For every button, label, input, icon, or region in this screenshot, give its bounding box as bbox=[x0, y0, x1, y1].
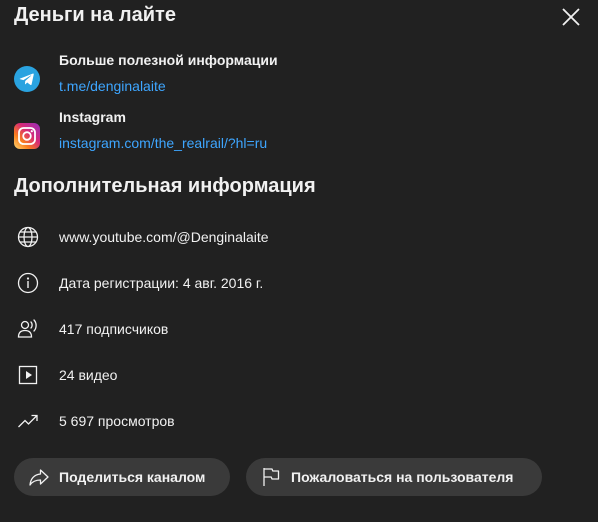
info-item-videos: 24 видео bbox=[16, 363, 576, 389]
subscriber-count: 417 подписчиков bbox=[59, 321, 169, 337]
share-channel-label: Поделиться каналом bbox=[59, 469, 206, 485]
info-item-subscribers: 417 подписчиков bbox=[16, 317, 576, 343]
link-name: Больше полезной информации bbox=[59, 52, 278, 68]
flag-icon bbox=[263, 468, 280, 486]
report-user-button[interactable]: Пожаловаться на пользователя bbox=[246, 458, 542, 496]
dialog-title: Деньги на лайте bbox=[14, 4, 176, 26]
link-item-telegram: Больше полезной информации t.me/denginal… bbox=[14, 52, 574, 100]
link-item-instagram: Instagram instagram.com/the_realrail/?hl… bbox=[14, 109, 574, 157]
report-user-label: Пожаловаться на пользователя bbox=[291, 469, 514, 485]
share-icon bbox=[29, 469, 49, 486]
link-name: Instagram bbox=[59, 109, 126, 125]
channel-url[interactable]: www.youtube.com/@Denginalaite bbox=[59, 229, 269, 245]
globe-icon bbox=[17, 226, 39, 248]
subscribers-icon bbox=[17, 319, 37, 338]
instagram-link[interactable]: instagram.com/the_realrail/?hl=ru bbox=[59, 135, 267, 151]
close-button[interactable] bbox=[556, 2, 586, 32]
view-count: 5 697 просмотров bbox=[59, 413, 175, 429]
close-icon bbox=[562, 8, 580, 26]
trending-icon bbox=[18, 414, 38, 428]
registration-date: Дата регистрации: 4 авг. 2016 г. bbox=[59, 275, 264, 291]
telegram-link[interactable]: t.me/denginalaite bbox=[59, 78, 166, 94]
instagram-icon bbox=[14, 123, 40, 149]
info-item-views: 5 697 просмотров bbox=[16, 409, 576, 435]
video-icon bbox=[18, 365, 38, 385]
details-title: Дополнительная информация bbox=[14, 175, 316, 197]
info-item-url: www.youtube.com/@Denginalaite bbox=[16, 225, 576, 251]
share-channel-button[interactable]: Поделиться каналом bbox=[14, 458, 230, 496]
info-item-registration: Дата регистрации: 4 авг. 2016 г. bbox=[16, 271, 576, 297]
telegram-icon bbox=[14, 66, 40, 92]
info-icon bbox=[17, 272, 39, 294]
video-count: 24 видео bbox=[59, 367, 118, 383]
